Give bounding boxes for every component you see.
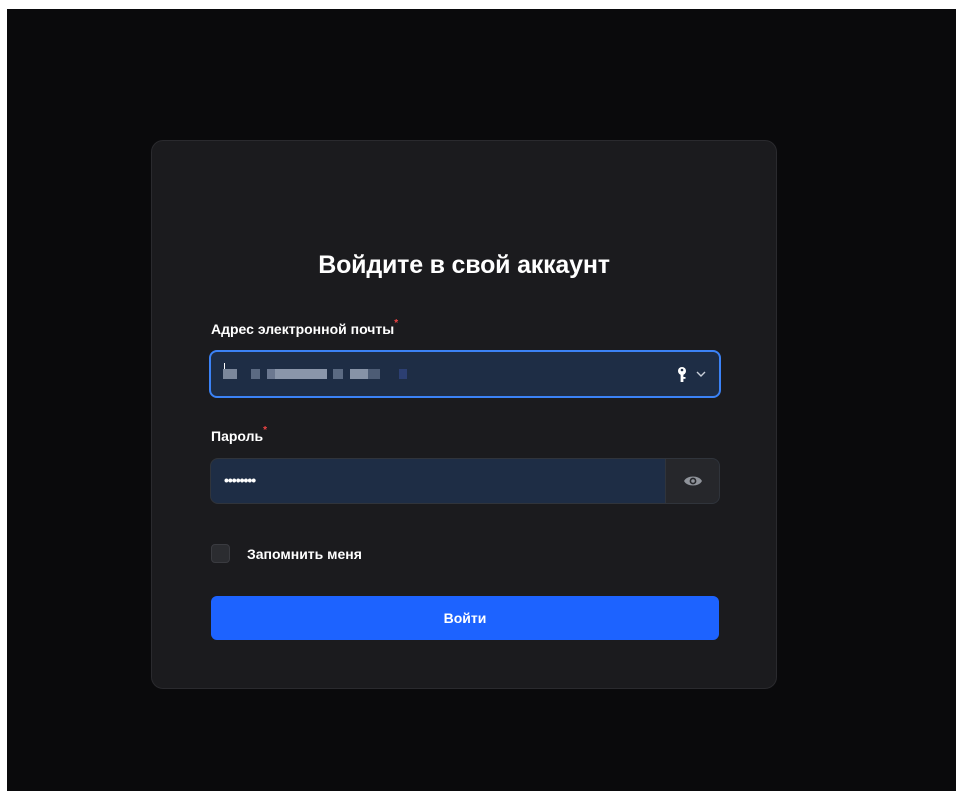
email-field[interactable]	[209, 350, 721, 398]
chevron-down-icon[interactable]	[696, 369, 706, 379]
eye-icon	[684, 476, 702, 486]
password-label: Пароль*	[211, 425, 268, 444]
key-icon[interactable]	[677, 366, 691, 384]
remember-me-checkbox[interactable]	[211, 544, 230, 563]
password-input[interactable]: ••••••••	[211, 459, 665, 503]
email-label-text: Адрес электронной почты	[211, 321, 395, 337]
sign-in-button[interactable]: Войти	[211, 596, 719, 640]
required-asterisk: *	[263, 425, 268, 436]
password-field[interactable]: ••••••••	[210, 458, 720, 504]
email-label: Адрес электронной почты*	[211, 318, 399, 337]
remember-me-label[interactable]: Запомнить меня	[247, 546, 362, 562]
required-asterisk: *	[394, 318, 399, 329]
password-label-text: Пароль	[211, 428, 264, 444]
login-card: Войдите в свой аккаунт Адрес электронной…	[151, 140, 777, 689]
login-screen: Войдите в свой аккаунт Адрес электронной…	[7, 9, 956, 791]
show-password-button[interactable]	[665, 459, 719, 503]
page-title: Войдите в свой аккаунт	[318, 251, 610, 279]
